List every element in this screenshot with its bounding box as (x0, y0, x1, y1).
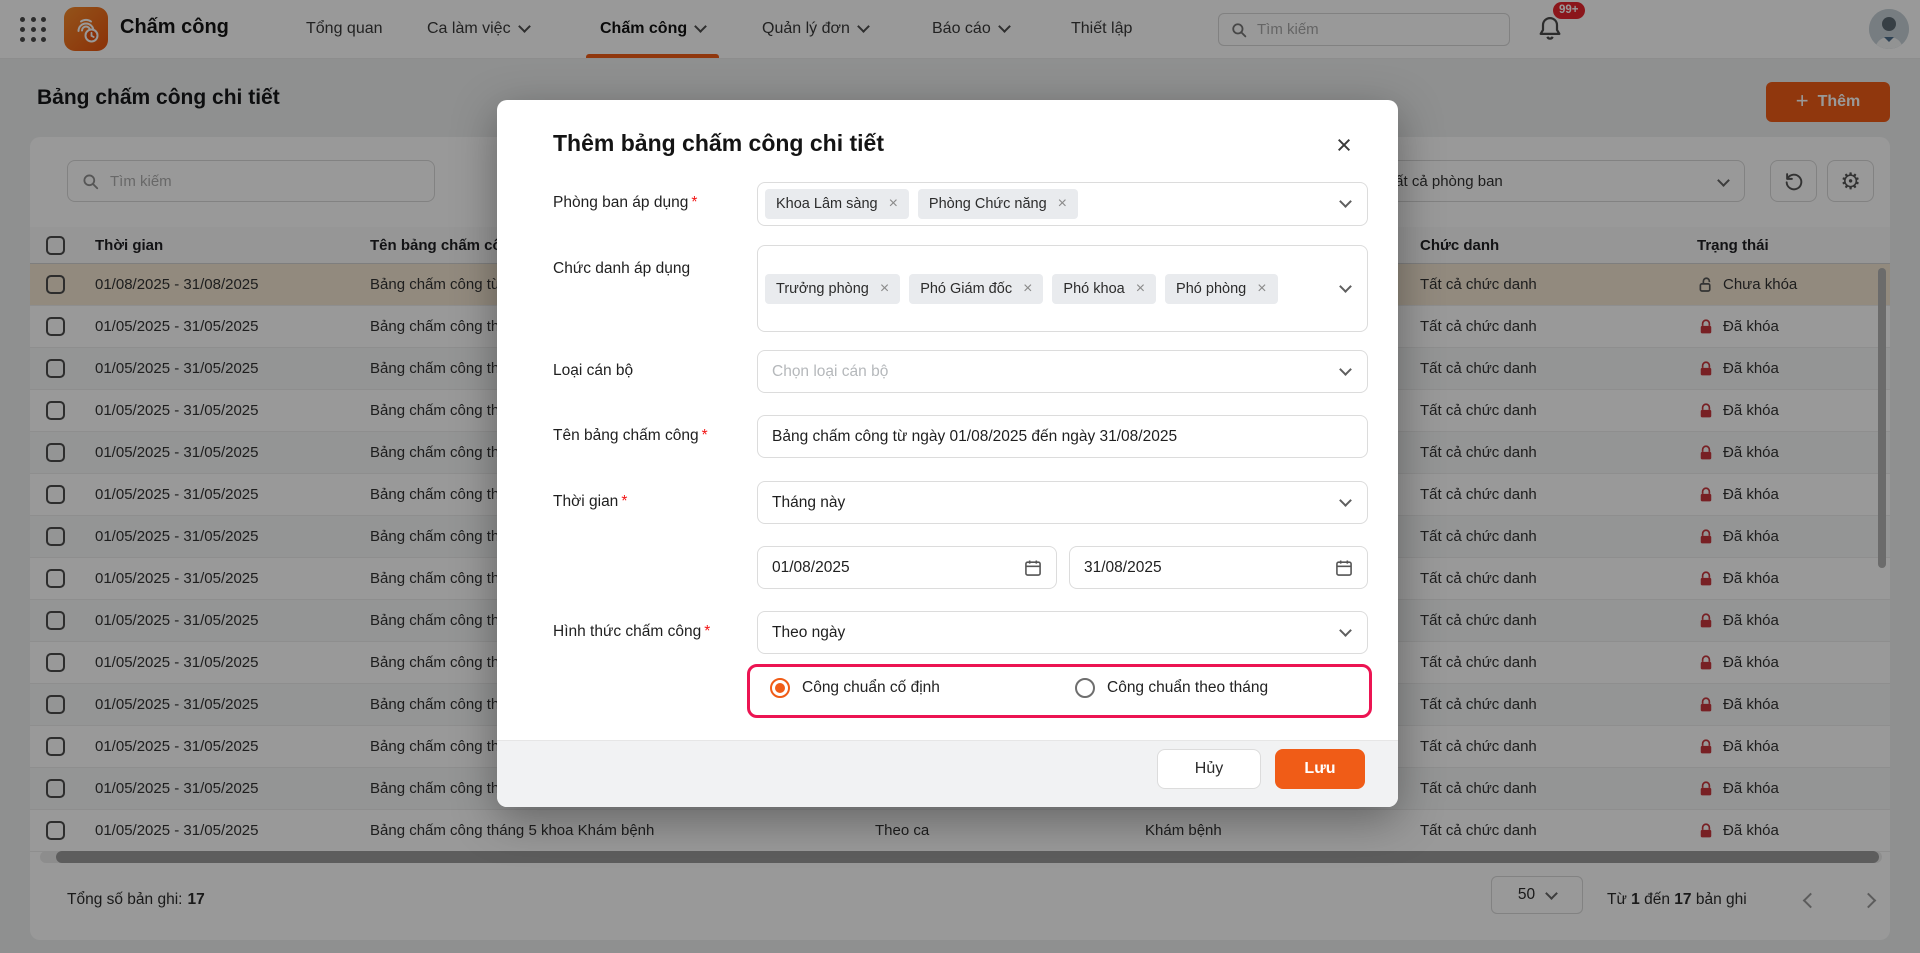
radio-icon (770, 678, 790, 698)
calendar-icon (1334, 558, 1354, 578)
date-to-value: 31/08/2025 (1084, 559, 1162, 577)
thoi-gian-select[interactable]: Tháng này (757, 481, 1368, 524)
tag-remove-icon[interactable]: × (1023, 281, 1032, 297)
date-from-value: 01/08/2025 (772, 559, 850, 577)
date-from-input[interactable]: 01/08/2025 (757, 546, 1057, 589)
tag-label: Phó Giám đốc (920, 281, 1012, 297)
add-timesheet-modal: Thêm bảng chấm công chi tiết × Phòng ban… (497, 100, 1398, 807)
loai-can-bo-select[interactable]: Chọn loại cán bộ (757, 350, 1368, 393)
tag-remove-icon[interactable]: × (1257, 281, 1266, 297)
selected-tag: Phó phòng × (1165, 274, 1278, 304)
tag-remove-icon[interactable]: × (889, 196, 898, 212)
selected-tag: Phó Giám đốc × (909, 274, 1043, 304)
tag-remove-icon[interactable]: × (1136, 281, 1145, 297)
label-loai-can-bo: Loại cán bộ (553, 362, 751, 380)
chevron-down-icon (1339, 363, 1352, 376)
thoi-gian-value: Tháng này (772, 494, 845, 512)
label-ten-bang: Tên bảng chấm công* (553, 427, 751, 445)
label-phong-ban: Phòng ban áp dụng* (553, 194, 751, 212)
tag-remove-icon[interactable]: × (1058, 196, 1067, 212)
selected-tag: Khoa Lâm sàng × (765, 189, 909, 219)
loai-can-bo-placeholder: Chọn loại cán bộ (772, 363, 888, 381)
hinh-thuc-select[interactable]: Theo ngày (757, 611, 1368, 654)
tag-label: Phó phòng (1176, 281, 1246, 297)
modal-title: Thêm bảng chấm công chi tiết (553, 130, 884, 157)
label-chuc-danh: Chức danh áp dụng (553, 260, 751, 278)
selected-tag: Phòng Chức năng × (918, 189, 1078, 219)
selected-tag: Trưởng phòng × (765, 274, 900, 304)
tag-label: Khoa Lâm sàng (776, 196, 878, 212)
save-button[interactable]: Lưu (1275, 749, 1365, 789)
chuc-danh-multiselect[interactable]: Trưởng phòng×Phó Giám đốc×Phó khoa×Phó p… (757, 245, 1368, 332)
close-icon[interactable]: × (1327, 128, 1361, 162)
ten-bang-value: Bảng chấm công từ ngày 01/08/2025 đến ng… (772, 428, 1177, 446)
hinh-thuc-value: Theo ngày (772, 624, 845, 642)
chevron-down-icon (1339, 494, 1352, 507)
calendar-icon (1023, 558, 1043, 578)
radio-option[interactable]: Công chuẩn theo tháng (1075, 678, 1268, 698)
label-hinh-thuc: Hình thức chấm công* (553, 623, 751, 641)
chevron-down-icon (1339, 624, 1352, 637)
chevron-down-icon (1339, 195, 1352, 208)
cancel-button[interactable]: Hủy (1157, 749, 1261, 789)
tag-label: Phòng Chức năng (929, 196, 1047, 212)
modal-footer: Hủy Lưu (497, 740, 1398, 807)
chevron-down-icon (1339, 280, 1352, 293)
date-to-input[interactable]: 31/08/2025 (1069, 546, 1368, 589)
ten-bang-input[interactable]: Bảng chấm công từ ngày 01/08/2025 đến ng… (757, 415, 1368, 458)
selected-tag: Phó khoa × (1052, 274, 1156, 304)
tag-label: Phó khoa (1063, 281, 1124, 297)
radio-option[interactable]: Công chuẩn cố định (770, 678, 940, 698)
tag-remove-icon[interactable]: × (880, 281, 889, 297)
radio-icon (1075, 678, 1095, 698)
tag-label: Trưởng phòng (776, 281, 869, 297)
phong-ban-multiselect[interactable]: Khoa Lâm sàng × Phòng Chức năng × (757, 182, 1368, 226)
app-screen: Chấm công Tổng quanCa làm việcChấm côngQ… (0, 0, 1920, 953)
radio-label: Công chuẩn cố định (802, 679, 940, 697)
label-thoi-gian: Thời gian* (553, 493, 751, 511)
radio-label: Công chuẩn theo tháng (1107, 679, 1268, 697)
